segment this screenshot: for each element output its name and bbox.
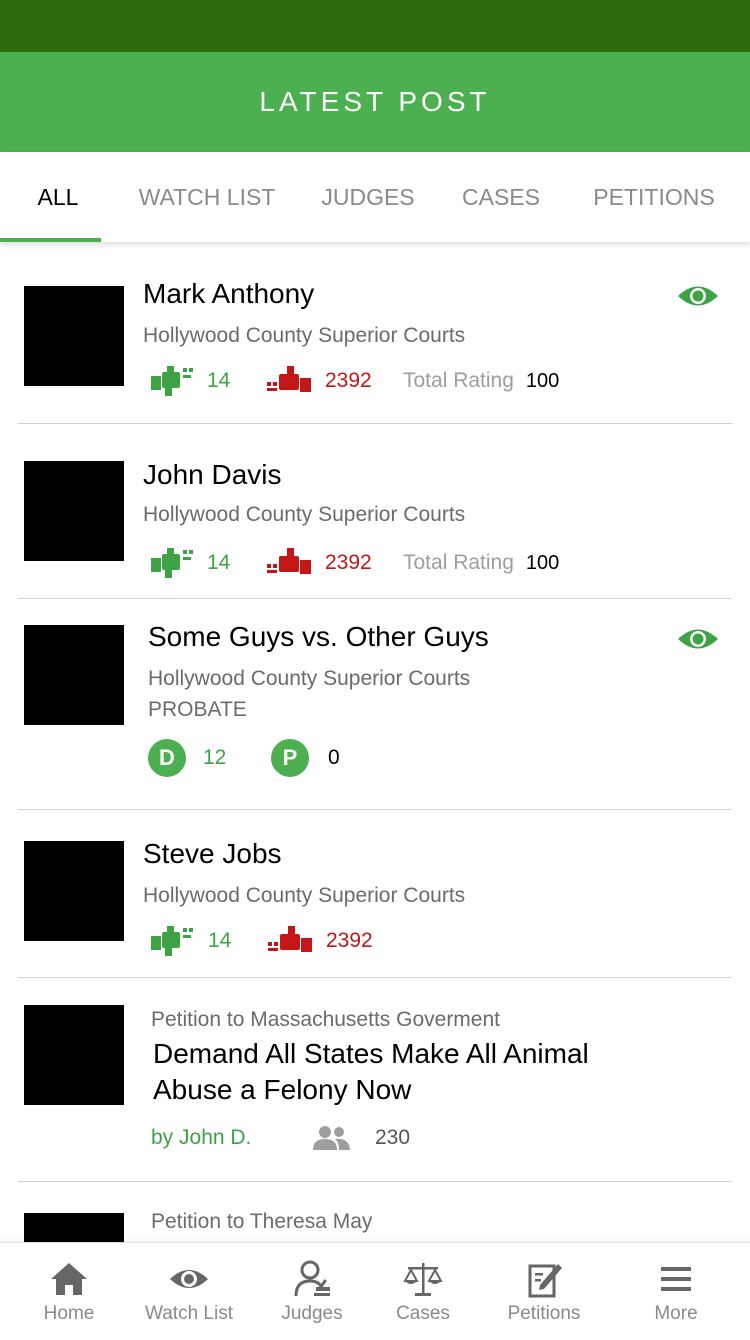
bottom-navigation: Home Watch List Judges Cases Petitions M… [0, 1242, 750, 1340]
tab-label: ALL [37, 183, 79, 210]
home-icon [51, 1263, 87, 1295]
tab-label: WATCH LIST [138, 183, 276, 210]
total-rating-label: Total Rating [403, 551, 514, 574]
p-badge: P [271, 739, 309, 777]
d-count: 12 [203, 746, 227, 769]
nav-judges[interactable]: Judges [250, 1243, 374, 1340]
petition-photo [24, 1213, 124, 1242]
tab-cases[interactable]: CASES [438, 152, 564, 242]
page-title: LATEST POST [259, 86, 491, 117]
status-bar [0, 0, 750, 52]
d-badge: D [148, 739, 186, 777]
app-header: LATEST POST [0, 52, 750, 152]
nav-label: Judges [281, 1303, 343, 1324]
eye-icon [170, 1270, 208, 1288]
total-rating-value: 100 [525, 551, 560, 574]
nav-label: Petitions [507, 1303, 581, 1324]
thumbs-up-icon[interactable] [151, 926, 195, 956]
court-name: Hollywood County Superior Courts [143, 503, 466, 526]
total-rating-value: 100 [525, 369, 560, 392]
thumbs-down-icon[interactable] [268, 926, 312, 956]
menu-icon [661, 1267, 691, 1291]
total-rating-label: Total Rating [403, 369, 514, 392]
judge-name: Steve Jobs [143, 838, 282, 869]
nav-home[interactable]: Home [10, 1243, 128, 1340]
tab-all[interactable]: ALL [0, 152, 116, 242]
nav-petitions[interactable]: Petitions [484, 1243, 604, 1340]
petition-target: Petition to Theresa May [151, 1210, 373, 1233]
petition-author[interactable]: by John D. [151, 1126, 311, 1150]
feed-list[interactable]: Mark Anthony Hollywood County Superior C… [0, 242, 750, 1242]
supporter-count: 230 [375, 1126, 411, 1149]
petition-card[interactable]: Petition to Theresa May [0, 1182, 750, 1242]
petition-target: Petition to Massachusetts Goverment [151, 1008, 500, 1031]
upvote-count: 14 [207, 369, 231, 392]
active-tab-indicator [0, 238, 101, 242]
tab-bar: ALL WATCH LIST JUDGES CASES PETITIONS [0, 152, 750, 242]
case-card[interactable]: Some Guys vs. Other Guys Hollywood Count… [0, 599, 750, 810]
tab-petitions[interactable]: PETITIONS [564, 152, 744, 242]
people-icon [313, 1126, 350, 1150]
tab-watch-list[interactable]: WATCH LIST [116, 152, 298, 242]
downvote-count: 2392 [325, 551, 372, 574]
judge-photo [24, 461, 124, 561]
scales-icon [403, 1263, 443, 1296]
case-photo [24, 625, 124, 725]
petition-card[interactable]: Petition to Massachusetts Goverment Dema… [0, 978, 750, 1182]
nav-cases[interactable]: Cases [374, 1243, 472, 1340]
eye-icon[interactable] [677, 626, 719, 652]
thumbs-down-icon[interactable] [267, 548, 311, 578]
tab-label: PETITIONS [593, 183, 715, 210]
nav-more[interactable]: More [630, 1243, 722, 1340]
judge-name: Mark Anthony [143, 278, 315, 309]
nav-watch-list[interactable]: Watch List [128, 1243, 250, 1340]
petition-photo [24, 1005, 124, 1105]
judge-name: John Davis [143, 459, 282, 490]
upvote-count: 14 [208, 929, 232, 952]
nav-label: Home [43, 1303, 95, 1324]
tab-label: CASES [462, 183, 540, 210]
judge-photo [24, 841, 124, 941]
court-name: Hollywood County Superior Courts [148, 667, 471, 690]
tab-label: JUDGES [321, 183, 415, 210]
court-name: Hollywood County Superior Courts [143, 884, 466, 907]
case-title: Some Guys vs. Other Guys [148, 621, 489, 652]
downvote-count: 2392 [325, 369, 372, 392]
case-category: PROBATE [148, 698, 247, 721]
petition-title-line-1: Demand All States Make All Animal [153, 1038, 589, 1069]
judge-card[interactable]: John Davis Hollywood County Superior Cou… [0, 424, 750, 599]
judge-card[interactable]: Mark Anthony Hollywood County Superior C… [0, 242, 750, 424]
judge-photo [24, 286, 124, 386]
nav-label: More [654, 1303, 698, 1324]
petition-icon [528, 1264, 562, 1298]
thumbs-up-icon[interactable] [151, 366, 195, 396]
thumbs-down-icon[interactable] [267, 366, 311, 396]
nav-label: Cases [396, 1303, 450, 1324]
judge-icon [294, 1260, 330, 1297]
judge-card[interactable]: Steve Jobs Hollywood County Superior Cou… [0, 810, 750, 978]
eye-icon[interactable] [677, 283, 719, 309]
court-name: Hollywood County Superior Courts [143, 324, 466, 347]
downvote-count: 2392 [326, 929, 373, 952]
thumbs-up-icon[interactable] [151, 548, 195, 578]
tab-judges[interactable]: JUDGES [298, 152, 438, 242]
upvote-count: 14 [207, 551, 231, 574]
nav-label: Watch List [145, 1303, 233, 1324]
p-count: 0 [328, 746, 340, 769]
petition-title-line-2: Abuse a Felony Now [153, 1074, 412, 1105]
